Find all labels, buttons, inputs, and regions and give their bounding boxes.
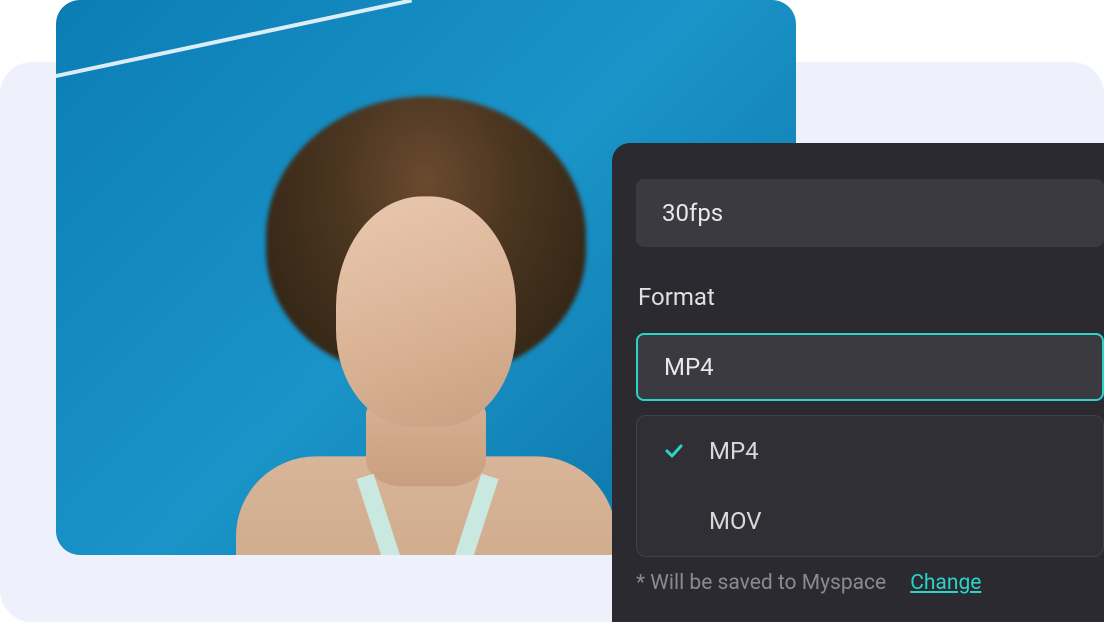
format-selected-value: MP4	[664, 353, 714, 381]
change-location-link[interactable]: Change	[910, 571, 981, 595]
preview-figure	[236, 76, 616, 555]
format-label: Format	[638, 283, 1104, 311]
format-option-mp4[interactable]: MP4	[637, 416, 1103, 486]
format-option-label: MP4	[709, 437, 759, 465]
format-dropdown: MP4 MOV	[636, 415, 1104, 557]
save-note: * Will be saved to Myspace	[636, 571, 886, 595]
save-location-footer: * Will be saved to Myspace Change	[636, 571, 1104, 595]
fps-select[interactable]: 30fps	[636, 179, 1104, 247]
check-icon	[663, 440, 685, 462]
format-select[interactable]: MP4	[636, 333, 1104, 401]
fps-value: 30fps	[662, 199, 723, 227]
format-option-mov[interactable]: MOV	[637, 486, 1103, 556]
format-option-label: MOV	[709, 507, 762, 535]
export-settings-panel: 30fps Format MP4 MP4 MOV * Will be saved…	[612, 143, 1104, 622]
